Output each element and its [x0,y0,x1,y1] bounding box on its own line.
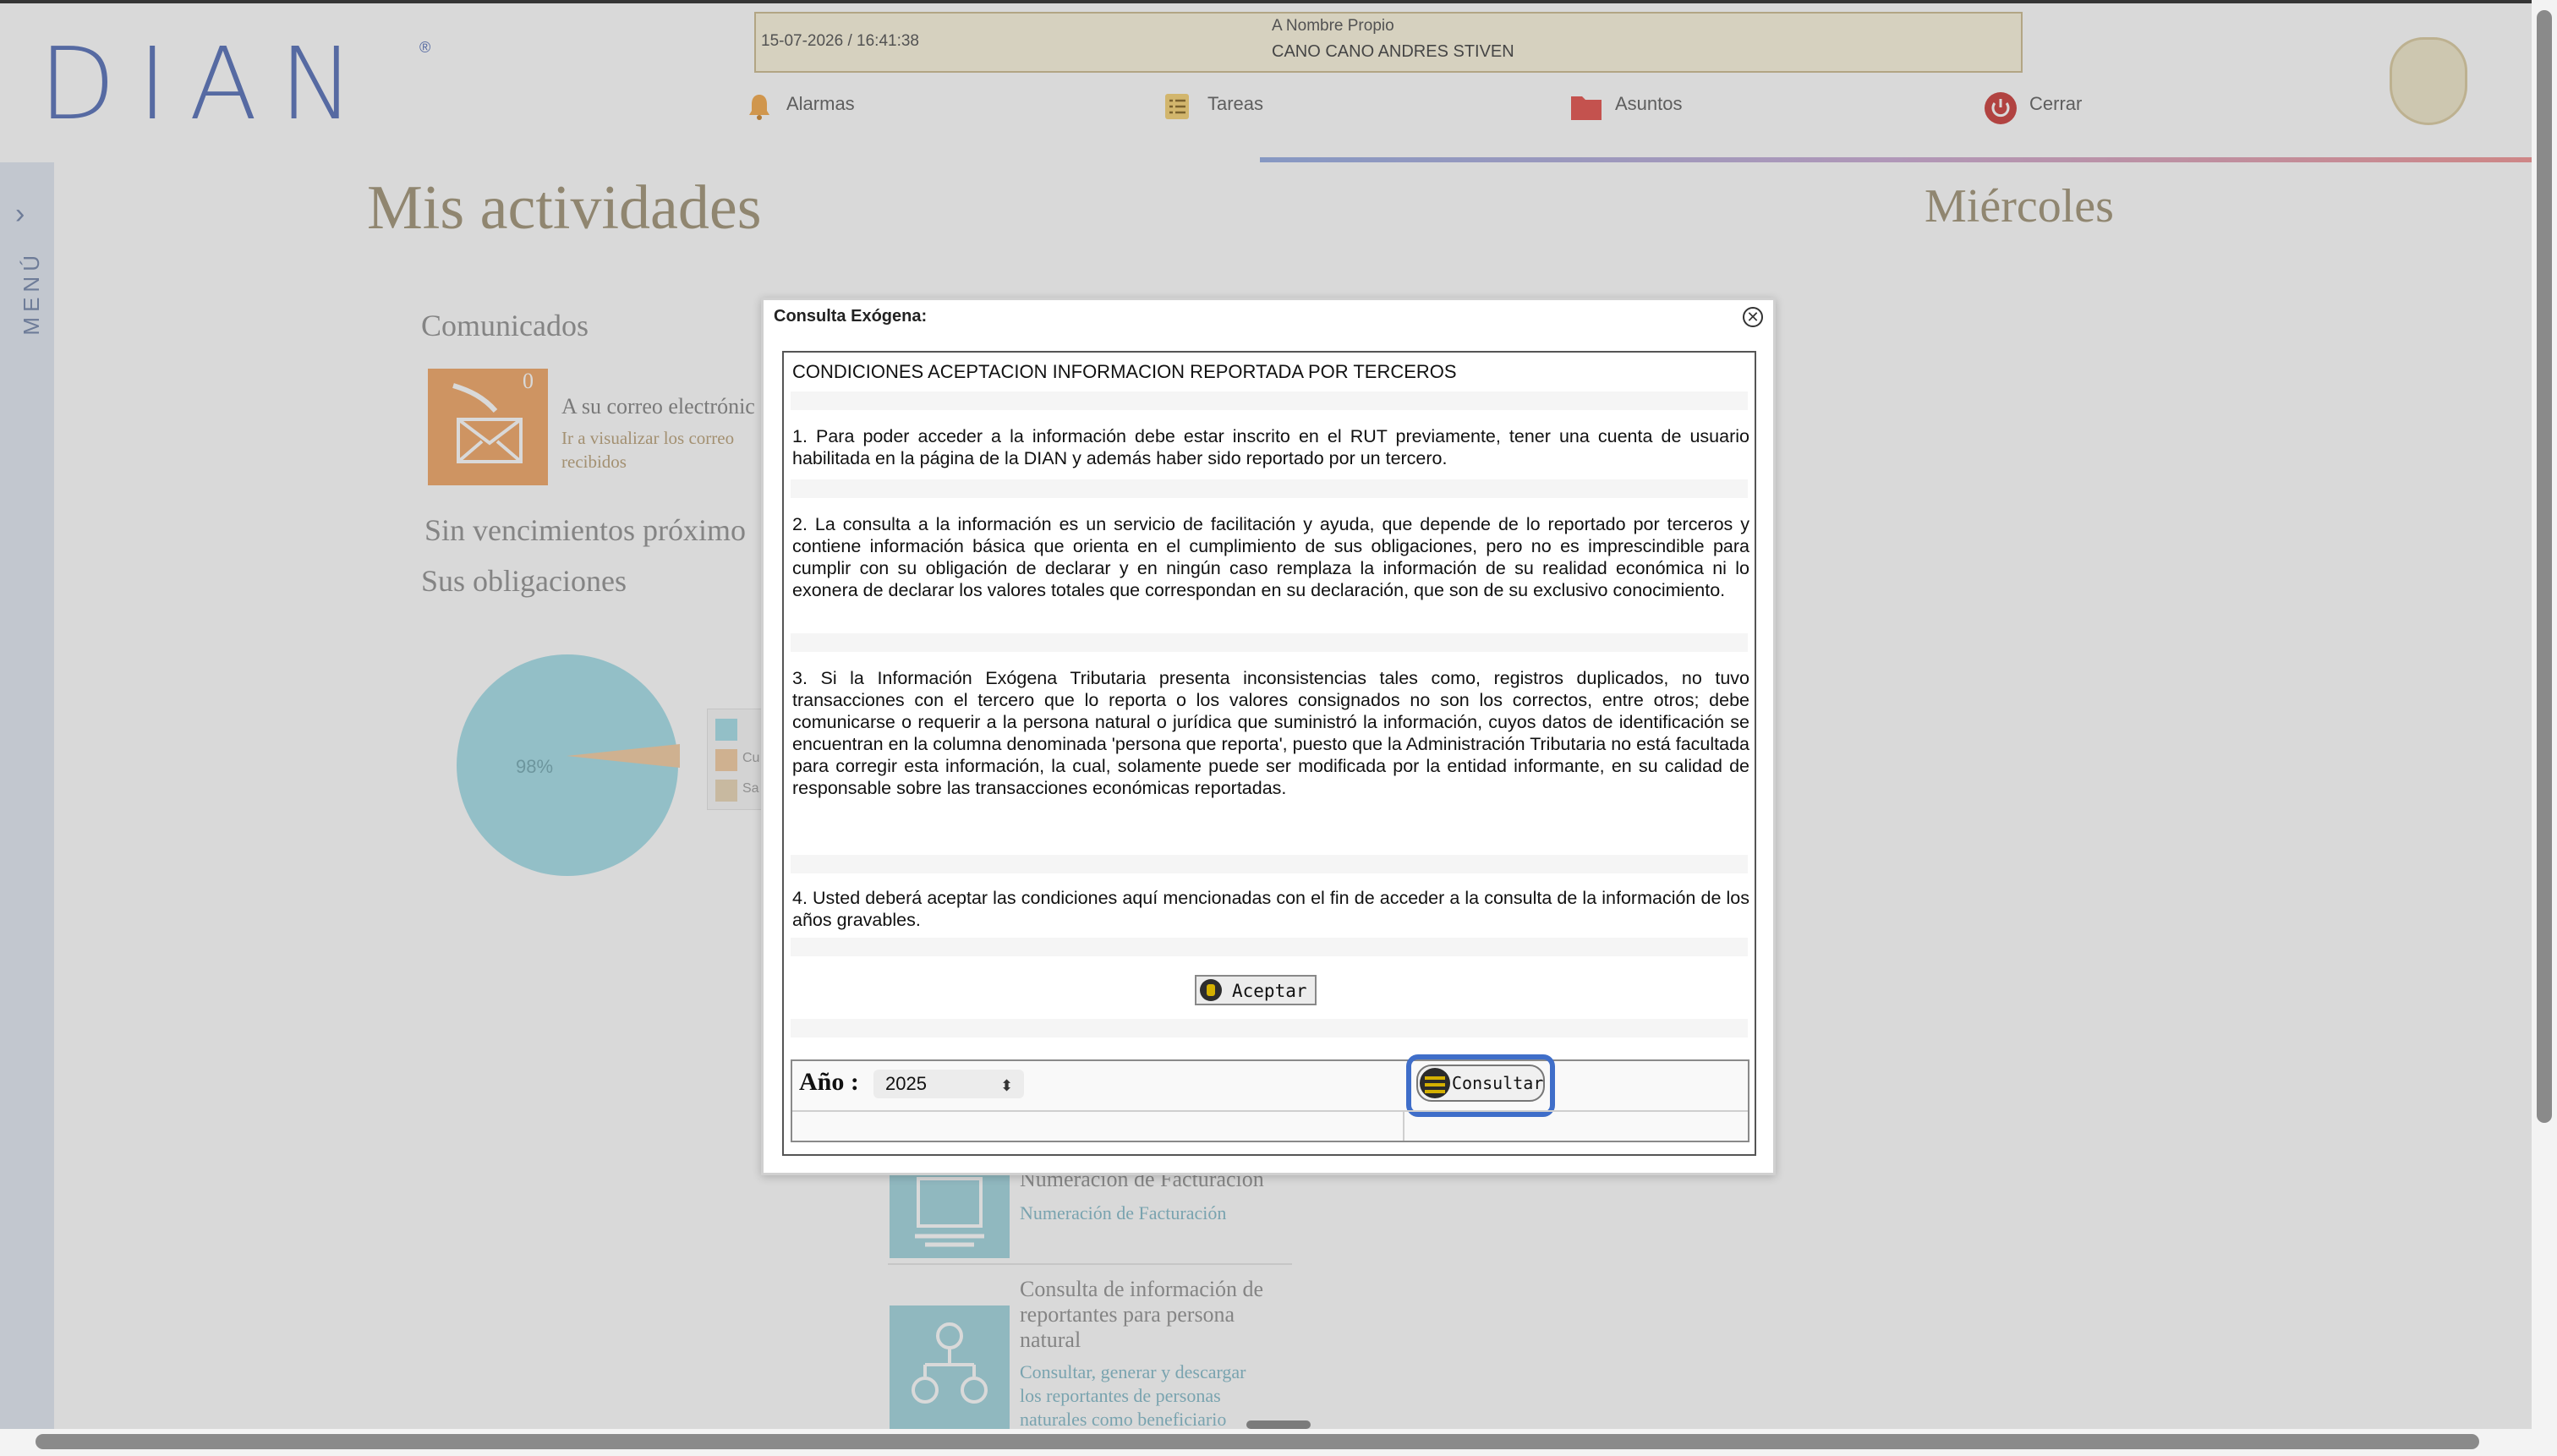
horizontal-scroll-thumb[interactable] [36,1434,2479,1449]
dialog-title: Consulta Exógena: [774,307,928,326]
table-vertical-divider [1403,1112,1404,1141]
dialog-content: CONDICIONES ACEPTACION INFORMACION REPOR… [782,351,1756,1156]
close-icon[interactable]: ✕ [1743,307,1763,327]
year-selection-table: Año : 2025 ⬍ Consultar [791,1054,1749,1142]
row-band [791,479,1748,498]
row-band [791,1019,1748,1037]
select-arrows-icon: ⬍ [1000,1077,1014,1094]
row-band [791,391,1748,410]
year-select[interactable]: 2025 ⬍ [873,1070,1024,1098]
thumbs-up-icon [1200,979,1222,1001]
list-icon [1420,1068,1450,1098]
condition-paragraph-1: 1. Para poder acceder a la información d… [792,426,1749,468]
accept-button[interactable]: Aceptar [1195,975,1317,1005]
consultar-button-label: Consultar [1452,1073,1544,1093]
year-label: Año : [799,1068,859,1096]
conditions-title: CONDICIONES ACEPTACION INFORMACION REPOR… [792,361,1457,382]
year-select-value: 2025 [885,1073,927,1094]
vertical-scroll-thumb[interactable] [2537,10,2552,1123]
row-band [791,938,1748,956]
accept-button-label: Aceptar [1232,981,1307,1001]
condition-paragraph-4: 4. Usted deberá aceptar las condiciones … [792,888,1749,930]
condition-paragraph-3: 3. Si la Información Exógena Tributaria … [792,668,1749,798]
row-band [791,855,1748,873]
consultar-button[interactable]: Consultar [1416,1065,1545,1102]
row-band [791,633,1748,652]
inner-scroll-thumb[interactable] [1246,1420,1311,1429]
table-divider [792,1110,1748,1112]
condition-paragraph-2: 2. La consulta a la información es un se… [792,514,1749,600]
consulta-exogena-dialog: Consulta Exógena: ✕ CONDICIONES ACEPTACI… [761,298,1776,1175]
